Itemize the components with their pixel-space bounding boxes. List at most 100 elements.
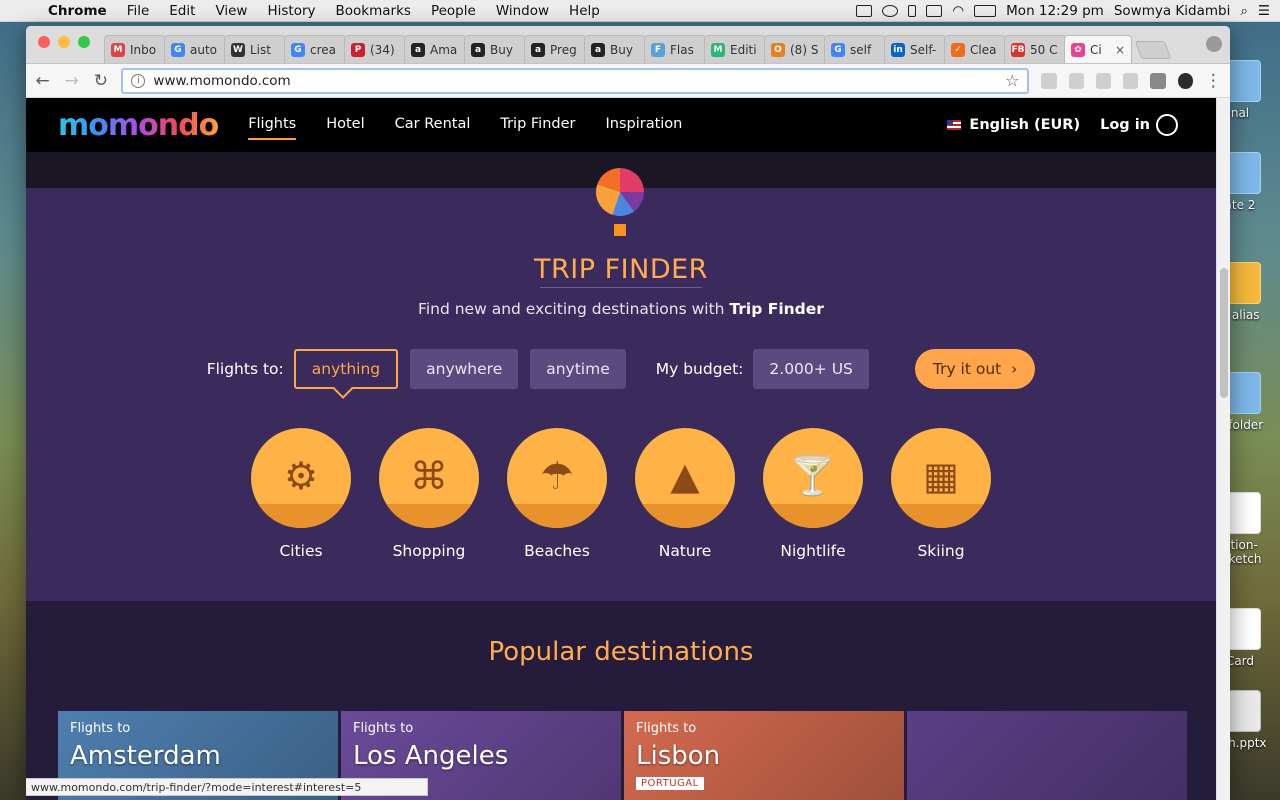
favicon-icon: a	[411, 42, 425, 57]
tab-2[interactable]: W List	[224, 35, 286, 63]
tab-label: Clea	[970, 42, 997, 57]
minimize-window-button[interactable]	[58, 36, 70, 48]
logo-text: momondo	[58, 107, 219, 143]
tab-3[interactable]: Gcrea	[284, 35, 346, 63]
tab-4[interactable]: P (34)	[344, 35, 406, 63]
menu-people[interactable]: People	[421, 3, 486, 19]
interest-glyph: ☂	[539, 453, 575, 498]
ground-shape	[763, 504, 863, 528]
close-tab-icon[interactable]: ×	[1115, 43, 1125, 57]
tab-15[interactable]: FB 50 C	[1004, 35, 1066, 63]
tab-8[interactable]: a Buy	[584, 35, 646, 63]
tab-0[interactable]: M Inbo	[104, 35, 166, 63]
scrollbar-thumb[interactable]	[1220, 268, 1228, 398]
forward-arrow-icon[interactable]: →	[63, 71, 80, 91]
trip-filters: Flights to: anything anywhere anytime My…	[26, 349, 1216, 389]
interest-beaches[interactable]: ☂ Beaches	[507, 428, 607, 560]
tab-label: Self-	[910, 42, 937, 57]
destination-card[interactable]	[907, 711, 1187, 800]
battery-icon[interactable]	[974, 4, 997, 17]
menubar-clock[interactable]: Mon 12:29 pm	[1006, 3, 1104, 19]
creative-cloud-icon[interactable]	[882, 4, 899, 17]
interest-skiing[interactable]: ▦ Skiing	[891, 428, 991, 560]
destination-card[interactable]: Flights to Lisbon PORTUGAL	[624, 711, 904, 800]
card-flights-to: Flights to	[636, 721, 697, 736]
nav-car-rental[interactable]: Car Rental	[395, 116, 471, 134]
interest-nature[interactable]: ▲ Nature	[635, 428, 735, 560]
address-bar[interactable]: i www.momondo.com ☆	[121, 67, 1030, 94]
tab-13[interactable]: in Self-	[884, 35, 946, 63]
interest-glyph: 🍸	[789, 453, 837, 498]
tab-5[interactable]: a Ama	[404, 35, 466, 63]
popular-destinations-section: Popular destinations Flights to Amsterdam…	[26, 601, 1216, 800]
back-arrow-icon[interactable]: ←	[34, 71, 51, 91]
tab-16[interactable]: ✿ Ci ×	[1064, 35, 1132, 63]
try-it-out-button[interactable]: Try it out ›	[914, 349, 1036, 389]
interest-label: Shopping	[392, 542, 466, 560]
budget-selector[interactable]: 2.000+ US	[753, 349, 869, 389]
extension-icon[interactable]	[1041, 72, 1057, 89]
info-icon[interactable]: i	[131, 73, 146, 88]
menu-view[interactable]: View	[205, 3, 257, 19]
menu-window[interactable]: Window	[486, 3, 559, 19]
tab-1[interactable]: Gauto	[164, 35, 226, 63]
tab-6[interactable]: a Buy	[464, 35, 526, 63]
tab-7[interactable]: a Preg	[524, 35, 586, 63]
menu-bookmarks[interactable]: Bookmarks	[326, 3, 421, 19]
wifi-icon[interactable]: ◠	[952, 3, 964, 19]
tab-14[interactable]: ✓ Clea	[944, 35, 1006, 63]
spotlight-search-icon[interactable]: ⌕	[1240, 3, 1248, 19]
extension-icon[interactable]	[1150, 72, 1166, 89]
chrome-menu-icon[interactable]: ⋮	[1205, 71, 1222, 91]
extension-icon[interactable]	[1095, 72, 1112, 89]
bookmark-star-icon[interactable]: ☆	[1005, 71, 1019, 90]
status-bar: www.momondo.com/trip-finder/?mode=intere…	[26, 778, 428, 796]
trip-finder-subtitle: Find new and exciting destinations with …	[26, 300, 1216, 318]
tab-label: Inbo	[130, 42, 157, 57]
interest-nightlife[interactable]: 🍸 Nightlife	[763, 428, 863, 560]
menu-help[interactable]: Help	[559, 3, 610, 19]
extension-icon[interactable]	[1177, 72, 1193, 89]
filter-anytime[interactable]: anytime	[530, 349, 626, 389]
menu-history[interactable]: History	[257, 3, 325, 19]
tab-11[interactable]: O (8) S	[764, 35, 826, 63]
tab-9[interactable]: F Flas	[644, 35, 706, 63]
menubar-user[interactable]: Sowmya Kidambi	[1114, 3, 1231, 19]
filter-anything[interactable]: anything	[293, 349, 399, 389]
interest-cities[interactable]: ⚙ Cities	[251, 428, 351, 560]
nav-inspiration[interactable]: Inspiration	[605, 116, 682, 134]
nav-hotel[interactable]: Hotel	[326, 116, 364, 134]
filter-anywhere[interactable]: anywhere	[410, 349, 519, 389]
interest-shopping[interactable]: ⌘ Shopping	[379, 428, 479, 560]
tab-label: Editi	[730, 42, 757, 57]
favicon-icon: a	[471, 42, 485, 57]
language-selector[interactable]: English (EUR)	[947, 117, 1080, 133]
desktop-icon-label: Card	[1225, 654, 1255, 668]
new-tab-button[interactable]	[1134, 41, 1172, 59]
tab-10[interactable]: M Editi	[704, 35, 766, 63]
momondo-logo[interactable]: momondo	[58, 107, 219, 143]
nav-flights[interactable]: Flights	[248, 116, 297, 140]
favicon-icon: W	[231, 42, 245, 57]
nav-trip-finder[interactable]: Trip Finder	[500, 116, 575, 134]
menu-file[interactable]: File	[117, 3, 160, 19]
menu-edit[interactable]: Edit	[159, 3, 205, 19]
grammarly-extension-icon[interactable]	[1068, 72, 1084, 89]
extension-icon[interactable]	[1123, 72, 1139, 89]
profile-icon[interactable]	[1206, 36, 1222, 52]
notification-center-icon[interactable]: ☰	[1258, 3, 1270, 19]
zoom-window-button[interactable]	[78, 36, 90, 48]
shield-icon[interactable]	[926, 4, 943, 17]
battery-tool-icon[interactable]	[908, 4, 917, 17]
card-city: Amsterdam	[70, 741, 221, 771]
tab-12[interactable]: Gself	[824, 35, 886, 63]
adobe-icon[interactable]	[856, 4, 873, 17]
login-button[interactable]: Log in	[1100, 114, 1178, 136]
popular-destinations-title: Popular destinations	[488, 637, 754, 667]
card-city: Los Angeles	[353, 741, 509, 771]
menu-app-name[interactable]: Chrome	[38, 3, 117, 19]
page-scrollbar[interactable]	[1216, 98, 1230, 800]
close-window-button[interactable]	[38, 36, 50, 48]
reload-icon[interactable]: ↻	[92, 71, 109, 91]
tab-list: M Inbo Gauto W List Gcrea P (34) a Ama a Buy a Preg a B…	[104, 35, 1132, 63]
